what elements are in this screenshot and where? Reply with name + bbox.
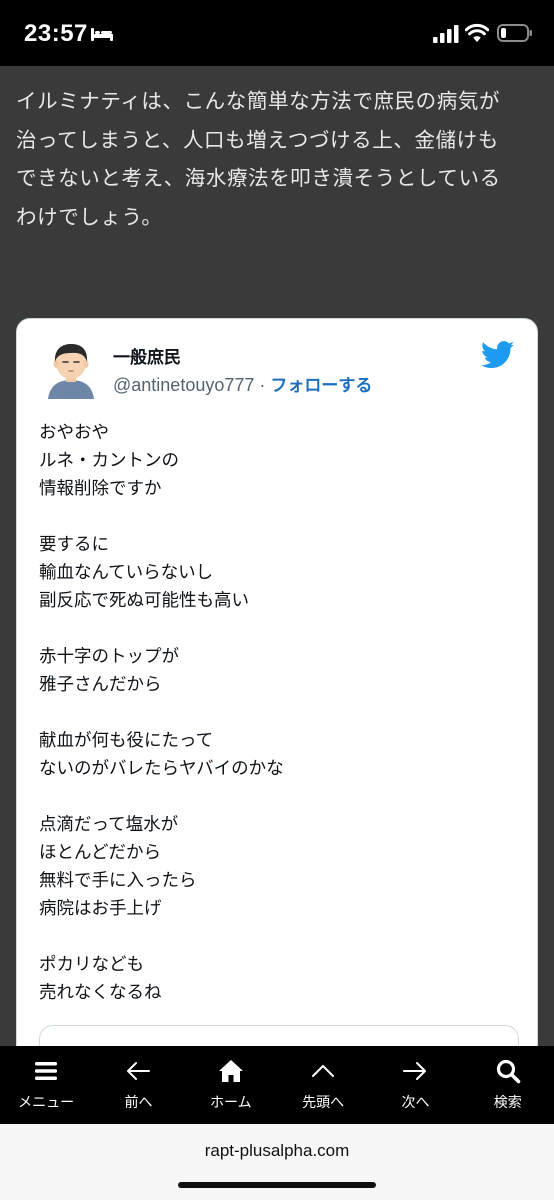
handle-separator: · <box>254 375 271 395</box>
article-line: イルミナティは、こんな簡単な方法で庶民の病気が <box>16 89 501 113</box>
status-time: 23:57 <box>24 20 88 47</box>
bed-icon <box>91 28 113 41</box>
cellular-signal-icon <box>433 25 459 43</box>
browser-address-bar: rapt-plusalpha.com <box>0 1124 554 1200</box>
tweet-text: おやおや ルネ・カントンの 情報削除ですか 要するに 輸血なんていらないし 副反… <box>39 423 284 1003</box>
article-paragraph: イルミナティは、こんな簡単な方法で庶民の病気が 治ってしまうと、人口も増えつづけ… <box>16 82 536 236</box>
nav-home-label: ホーム <box>210 1095 252 1111</box>
twitter-bird-icon[interactable] <box>481 341 515 369</box>
home-indicator[interactable] <box>178 1182 376 1188</box>
battery-icon <box>497 24 532 42</box>
arrow-left-icon <box>127 1062 151 1080</box>
nav-previous-button[interactable]: 前へ <box>92 1046 184 1124</box>
nav-home-button[interactable]: ホーム <box>185 1046 277 1124</box>
article-line: わけでしょう。 <box>16 204 163 229</box>
arrow-right-icon <box>403 1062 427 1080</box>
nav-next-label: 次へ <box>401 1095 430 1111</box>
search-icon <box>496 1059 521 1084</box>
nav-top-button[interactable]: 先頭へ <box>277 1046 369 1124</box>
address-url[interactable]: rapt-plusalpha.com <box>0 1141 554 1161</box>
embedded-tweet-card[interactable]: 一般庶民 @antinetouyo777 · フォローする おやおや ルネ・カン… <box>16 318 538 1078</box>
article-line: できないと考え、海水療法を叩き潰そうとしている <box>16 166 501 190</box>
nav-search-label: 検索 <box>493 1095 522 1111</box>
tweet-handle-line: @antinetouyo777 · フォローする <box>113 371 372 396</box>
article-line: 治ってしまうと、人口も増えつづける上、金儲けも <box>16 127 499 152</box>
nav-top-label: 先頭へ <box>302 1095 345 1111</box>
chevron-up-icon <box>312 1065 335 1077</box>
nav-menu-label: メニュー <box>18 1095 75 1111</box>
wifi-icon <box>465 23 489 42</box>
avatar[interactable] <box>40 337 102 399</box>
nav-next-button[interactable]: 次へ <box>369 1046 461 1124</box>
nav-previous-label: 前へ <box>124 1095 153 1111</box>
bottom-nav: メニュー 前へ ホーム 先頭へ 次へ 検索 <box>0 1046 554 1124</box>
tweet-handle[interactable]: @antinetouyo777 <box>113 375 254 395</box>
menu-icon <box>35 1062 58 1080</box>
nav-menu-button[interactable]: メニュー <box>0 1046 92 1124</box>
status-bar: 23:57 <box>0 0 554 66</box>
tweet-display-name[interactable]: 一般庶民 <box>113 343 181 368</box>
nav-search-button[interactable]: 検索 <box>462 1046 554 1124</box>
home-icon <box>218 1060 243 1082</box>
follow-button[interactable]: フォローする <box>270 376 372 396</box>
